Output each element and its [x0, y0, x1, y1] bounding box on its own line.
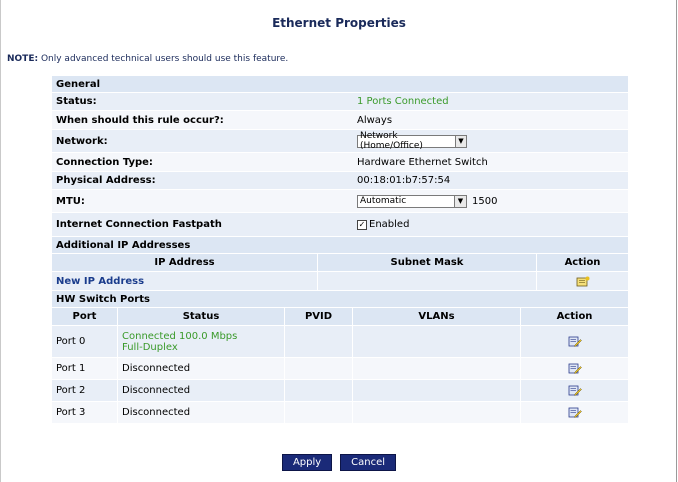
- status-row: Status: 1 Ports Connected: [52, 92, 628, 110]
- mtu-value: 1500: [472, 195, 498, 207]
- table-row: Port 3 Disconnected: [52, 401, 628, 423]
- table-row: Port 0 Connected 100.0 Mbps Full-Duplex: [52, 325, 628, 357]
- status-value: 1 Ports Connected: [357, 96, 449, 107]
- port-status: Disconnected: [118, 358, 285, 379]
- column-action: Action: [556, 311, 593, 322]
- port-status: Disconnected: [118, 380, 285, 401]
- physical-address-label: Physical Address:: [56, 175, 156, 186]
- mtu-label: MTU:: [56, 195, 85, 207]
- frame-right-border: [676, 0, 677, 482]
- port-pvid: [285, 380, 353, 401]
- cancel-button[interactable]: Cancel: [340, 454, 397, 471]
- frame-left-border: [0, 0, 1, 482]
- table-row: Port 1 Disconnected: [52, 357, 628, 379]
- chevron-down-icon[interactable]: ▼: [454, 195, 466, 207]
- new-ip-address-link[interactable]: New IP Address: [52, 276, 144, 287]
- section-hw-switch: HW Switch Ports: [52, 290, 628, 307]
- port-name: Port 0: [52, 326, 118, 357]
- port-status-line2: Full-Duplex: [122, 341, 178, 353]
- port-pvid: [285, 402, 353, 423]
- network-select[interactable]: Network (Home/Office) ▼: [357, 131, 467, 151]
- hw-table-header: Port Status PVID VLANs Action: [52, 307, 628, 325]
- fastpath-label: Internet Connection Fastpath: [56, 219, 222, 230]
- fastpath-row: Internet Connection Fastpath ✓ Enabled: [52, 212, 628, 236]
- edit-icon[interactable]: [568, 363, 582, 374]
- rule-value: Always: [357, 114, 393, 126]
- column-port: Port: [52, 308, 118, 325]
- physical-address-row: Physical Address: 00:18:01:b7:57:54: [52, 171, 628, 189]
- port-status: Disconnected: [118, 402, 285, 423]
- connection-type-value: Hardware Ethernet Switch: [357, 156, 488, 168]
- network-select-value: Network (Home/Office): [360, 131, 423, 151]
- section-hw-switch-heading: HW Switch Ports: [56, 293, 150, 305]
- section-general-heading: General: [56, 78, 100, 90]
- page-title: Ethernet Properties: [272, 16, 406, 30]
- edit-icon[interactable]: [568, 336, 582, 347]
- properties-panel: General Status: 1 Ports Connected When s…: [52, 75, 628, 423]
- port-status-line1: Connected 100.0 Mbps: [122, 330, 238, 342]
- port-pvid: [285, 326, 353, 357]
- network-row: Network: Network (Home/Office) ▼: [52, 129, 628, 152]
- mtu-select-value: Automatic: [360, 196, 407, 206]
- section-additional-ip-heading: Additional IP Addresses: [56, 239, 191, 251]
- port-name: Port 3: [52, 402, 118, 423]
- note-text: NOTE: Only advanced technical users shou…: [7, 54, 288, 64]
- port-vlans: [353, 358, 521, 379]
- note-label: NOTE:: [7, 54, 39, 64]
- column-ip-address: IP Address: [52, 254, 318, 271]
- mtu-select[interactable]: Automatic ▼: [357, 194, 467, 208]
- new-ip-row: New IP Address: [52, 271, 628, 290]
- column-vlans: VLANs: [353, 308, 521, 325]
- rule-row: When should this rule occur?: Always: [52, 110, 628, 129]
- mtu-row: MTU: Automatic ▼ 1500: [52, 189, 628, 212]
- section-general: General: [52, 75, 628, 92]
- fastpath-checkbox-label[interactable]: Enabled: [369, 219, 409, 230]
- section-additional-ip: Additional IP Addresses: [52, 236, 628, 253]
- connection-type-row: Connection Type: Hardware Ethernet Switc…: [52, 152, 628, 171]
- table-row: Port 2 Disconnected: [52, 379, 628, 401]
- column-action: Action: [564, 257, 601, 268]
- port-pvid: [285, 358, 353, 379]
- new-ip-subnet-cell: [318, 272, 537, 290]
- note-message: Only advanced technical users should use…: [40, 54, 289, 64]
- port-name: Port 1: [52, 358, 118, 379]
- ip-table-header: IP Address Subnet Mask Action: [52, 253, 628, 271]
- rule-label: When should this rule occur?:: [56, 114, 224, 126]
- add-icon[interactable]: [576, 276, 590, 287]
- port-name: Port 2: [52, 380, 118, 401]
- button-bar: Apply Cancel: [0, 454, 678, 471]
- edit-icon[interactable]: [568, 385, 582, 396]
- chevron-down-icon[interactable]: ▼: [454, 135, 466, 147]
- port-vlans: [353, 380, 521, 401]
- new-ip-action-cell: [537, 272, 628, 290]
- column-subnet-mask: Subnet Mask: [318, 254, 537, 271]
- column-status: Status: [118, 308, 285, 325]
- edit-icon[interactable]: [568, 407, 582, 418]
- port-vlans: [353, 326, 521, 357]
- fastpath-checkbox[interactable]: ✓: [357, 219, 367, 230]
- network-label: Network:: [56, 135, 108, 147]
- connection-type-label: Connection Type:: [56, 156, 153, 168]
- apply-button[interactable]: Apply: [281, 454, 333, 471]
- physical-address-value: 00:18:01:b7:57:54: [357, 175, 451, 186]
- port-vlans: [353, 402, 521, 423]
- status-label: Status:: [56, 96, 97, 107]
- column-pvid: PVID: [285, 308, 353, 325]
